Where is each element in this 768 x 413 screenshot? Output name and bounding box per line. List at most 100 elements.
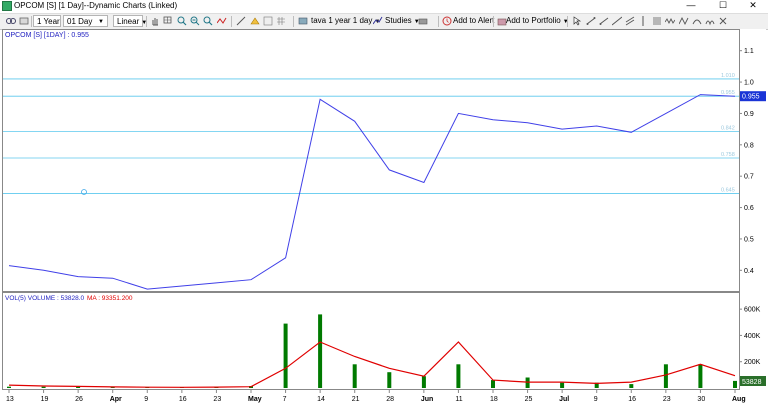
- y-tick-label: 0.5: [744, 236, 754, 243]
- fib-level-label: 1.010: [721, 73, 735, 79]
- period-select[interactable]: 1 Year▼: [33, 15, 68, 27]
- y-tick-label: 0.4: [744, 268, 754, 275]
- maximize-button[interactable]: ☐: [708, 0, 738, 12]
- x-tick-label: 7: [283, 396, 287, 403]
- current-price-value: 0.955: [742, 94, 760, 101]
- volume-bar: [491, 380, 495, 388]
- x-tick-label: Apr: [110, 396, 122, 403]
- volume-bar: [352, 364, 357, 388]
- volume-bar: [387, 372, 392, 388]
- volume-bar: [41, 386, 46, 388]
- x-tick-label: 23: [663, 396, 671, 403]
- studies-menu[interactable]: Studies ▼: [385, 15, 420, 27]
- volume-chart[interactable]: VOL(5) VOLUME : 53828.0 MA : 93351.200 6…: [2, 292, 766, 390]
- y-tick-label: 0.6: [744, 205, 754, 212]
- grid-icon[interactable]: [276, 16, 286, 26]
- volume-bar: [525, 377, 530, 388]
- scale-select[interactable]: Linear ▼: [113, 15, 147, 27]
- x-tick-label: 16: [179, 396, 187, 403]
- volume-bar: [733, 380, 737, 388]
- crosshair-icon[interactable]: [163, 16, 173, 26]
- price-panel[interactable]: OPCOM [S] [1DAY] : 0.955 1.1 1.0 0.9 0.8 0.7…: [2, 29, 766, 292]
- x-tick-label: 9: [144, 396, 148, 403]
- x-tick-label: Jun: [421, 396, 433, 403]
- indicator-icon[interactable]: [217, 16, 227, 26]
- pointer-icon[interactable]: [572, 16, 582, 26]
- x-tick-label: May: [248, 396, 262, 403]
- alert-icon[interactable]: [442, 16, 452, 26]
- x-tick-label: 30: [697, 396, 705, 403]
- template-select[interactable]: tava 1 year 1 day ▼: [311, 15, 380, 27]
- price-panel-label: OPCOM [S] [1DAY] : 0.955: [5, 32, 89, 39]
- window-title: OPCOM [S] [1 Day]--Dynamic Charts (Linke…: [14, 1, 178, 10]
- volume-bar: [456, 364, 461, 388]
- title-bar: OPCOM [S] [1 Day]--Dynamic Charts (Linke…: [0, 0, 768, 12]
- hand-tool-icon[interactable]: [150, 16, 160, 26]
- volume-bar: [663, 364, 668, 388]
- extended-line-icon[interactable]: [612, 16, 622, 26]
- fib-level-label: 0.758: [721, 152, 735, 158]
- volume-tick-label: 600K: [744, 307, 761, 314]
- x-tick-label: 16: [628, 396, 636, 403]
- volume-bar: [283, 323, 288, 388]
- x-axis-labels: 13 19 26 Apr 9 16 23 May 7 14 21 28 Jun 11 18 25 Jul 9 16 2…: [6, 390, 746, 403]
- x-tick-label: Jul: [559, 396, 569, 403]
- x-tick-label: 18: [490, 396, 498, 403]
- close-button[interactable]: ✕: [738, 0, 768, 12]
- print-icon[interactable]: [418, 16, 428, 26]
- x-tick-label: 19: [41, 396, 49, 403]
- x-tick-label: 13: [6, 396, 14, 403]
- ray-icon[interactable]: [599, 16, 609, 26]
- y-tick-label: 0.8: [744, 142, 754, 149]
- zoom-out-icon[interactable]: [190, 16, 200, 26]
- y-tick-label: 0.7: [744, 174, 754, 181]
- minimize-button[interactable]: —: [676, 0, 706, 12]
- vertical-line-icon[interactable]: [638, 16, 648, 26]
- channel-icon[interactable]: [625, 16, 635, 26]
- line-tool-icon[interactable]: [236, 16, 246, 26]
- volume-bar: [629, 384, 634, 388]
- price-chart[interactable]: OPCOM [S] [1DAY] : 0.955 1.1 1.0 0.9 0.8 0.7…: [2, 29, 766, 292]
- studies-icon[interactable]: [373, 16, 383, 26]
- interval-select[interactable]: 01 Day ▼: [63, 15, 108, 27]
- volume-panel[interactable]: VOL(5) VOLUME : 53828.0 MA : 93351.200 6…: [2, 292, 766, 390]
- x-tick-label: 28: [386, 396, 394, 403]
- y-tick-label: 1.0: [744, 80, 754, 87]
- template-value: tava 1 year 1 day: [311, 16, 373, 25]
- x-tick-label: 11: [455, 396, 462, 403]
- volume-panel-label: VOL(5) VOLUME : 53828.0: [5, 295, 85, 302]
- cycle-icon[interactable]: [705, 16, 715, 26]
- delete-drawing-icon[interactable]: [718, 16, 728, 26]
- y-tick-label: 1.1: [744, 48, 754, 55]
- scale-value: Linear: [117, 17, 140, 26]
- volume-ma-line: [8, 341, 736, 388]
- arc-icon[interactable]: [692, 16, 702, 26]
- x-tick-label: 26: [75, 396, 83, 403]
- zoom-in-icon[interactable]: [177, 16, 187, 26]
- volume-ma-label: MA : 93351.200: [87, 295, 133, 302]
- add-to-alert-button[interactable]: Add to Alert: [453, 15, 494, 27]
- volume-bar: [698, 364, 703, 388]
- template-icon[interactable]: [298, 16, 308, 26]
- link-icon[interactable]: [6, 16, 16, 26]
- add-to-portfolio-button[interactable]: Add to Portfolio ▼: [506, 15, 569, 27]
- volume-bar: [7, 386, 11, 388]
- zoom-reset-icon[interactable]: [203, 16, 213, 26]
- pattern-icon[interactable]: [263, 16, 273, 26]
- chevron-down-icon: ▼: [98, 19, 104, 25]
- highlight-icon[interactable]: [250, 16, 260, 26]
- wave-icon[interactable]: [665, 16, 675, 26]
- price-series-line: [8, 94, 736, 290]
- volume-bar: [560, 382, 565, 388]
- fibonacci-icon[interactable]: [652, 16, 662, 26]
- interval-value: 01 Day: [67, 17, 93, 26]
- settings-icon[interactable]: [19, 16, 29, 26]
- period-value: 1 Year: [37, 17, 60, 26]
- fib-level-label: 0.645: [721, 187, 735, 193]
- studies-label: Studies: [385, 16, 412, 25]
- y-tick-label: 0.9: [744, 111, 754, 118]
- x-tick-label: 21: [352, 396, 360, 403]
- zigzag-icon[interactable]: [679, 16, 689, 26]
- trendline-icon[interactable]: [586, 16, 596, 26]
- fib-level-label: 0.842: [721, 126, 735, 132]
